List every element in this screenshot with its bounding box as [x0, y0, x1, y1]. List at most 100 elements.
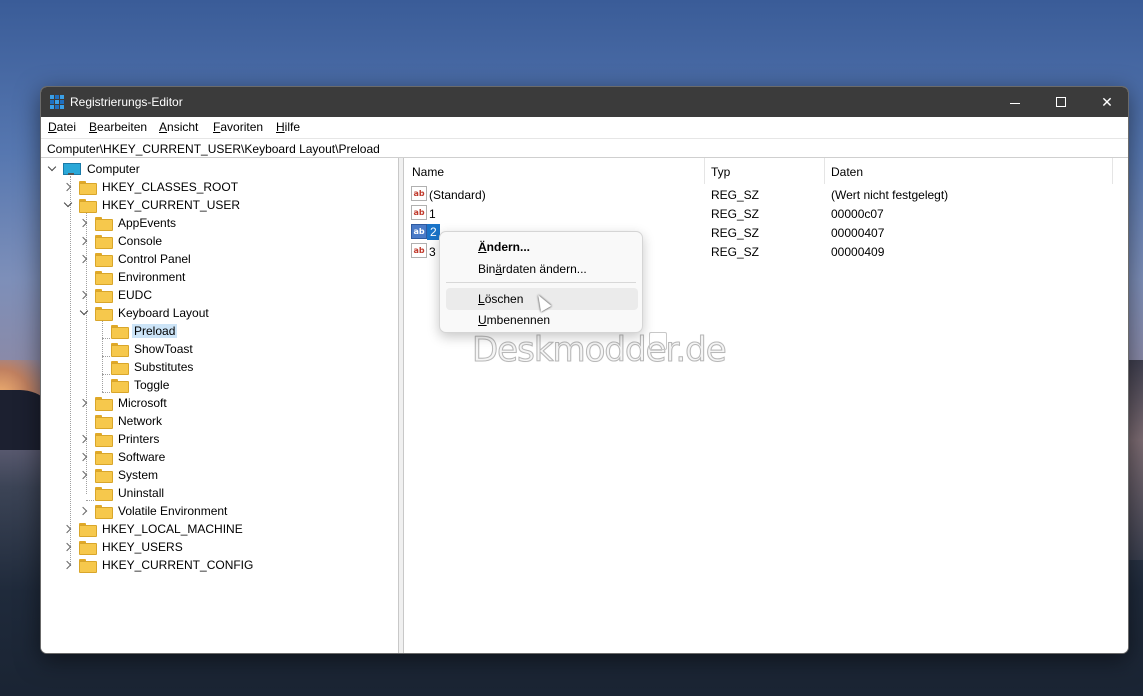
chevron-right-icon[interactable] — [79, 254, 89, 264]
tree-item-control-panel[interactable]: Control Panel — [79, 250, 193, 268]
chevron-right-icon[interactable] — [63, 542, 73, 552]
tree-item-label: Substitutes — [134, 360, 194, 374]
chevron-right-icon[interactable] — [63, 560, 73, 570]
column-separator[interactable] — [1112, 158, 1113, 184]
tree-item-printers[interactable]: Printers — [79, 430, 161, 448]
tree-item-software[interactable]: Software — [79, 448, 167, 466]
minimize-icon — [1010, 102, 1020, 104]
tree-item-environment[interactable]: Environment — [79, 268, 187, 286]
menu-label: ndern... — [486, 240, 531, 254]
chevron-right-icon[interactable] — [79, 506, 89, 516]
menu-ansicht[interactable]: Ansicht — [159, 120, 198, 134]
tree-item-keyboard-layout[interactable]: Keyboard Layout — [79, 304, 211, 322]
chevron-right-icon[interactable] — [79, 290, 89, 300]
menu-datei[interactable]: Datei — [48, 120, 76, 134]
menu-accel: D — [48, 120, 57, 134]
folder-icon — [79, 541, 97, 555]
menu-bearbeiten[interactable]: Bearbeiten — [89, 120, 147, 134]
tree-item-label: EUDC — [118, 288, 153, 302]
chevron-down-icon[interactable] — [63, 200, 73, 210]
column-header-daten[interactable]: Daten — [824, 158, 1112, 184]
tree-item-computer[interactable]: Computer — [47, 160, 142, 178]
tree-item-preload[interactable]: Preload — [111, 322, 178, 340]
chevron-right-icon[interactable] — [79, 470, 89, 480]
tree-item-label: Printers — [118, 432, 160, 446]
chevron-right-icon[interactable] — [79, 398, 89, 408]
chevron-down-icon[interactable] — [47, 164, 57, 174]
tree-item-volatile-environment[interactable]: Volatile Environment — [79, 502, 229, 520]
tree-item-hkcr[interactable]: HKEY_CLASSES_ROOT — [63, 178, 240, 196]
regedit-icon — [50, 95, 64, 109]
ctx-item-aendern[interactable]: Ändern... — [446, 236, 638, 258]
tree-item-label: Uninstall — [118, 486, 165, 500]
folder-icon — [95, 307, 113, 321]
menu-label: Bin — [478, 262, 496, 276]
maximize-button[interactable] — [1038, 87, 1084, 117]
value-row[interactable]: ab 1 REG_SZ 00000c07 — [405, 204, 1128, 223]
tree-item-system[interactable]: System — [79, 466, 160, 484]
address-path[interactable]: Computer\HKEY_CURRENT_USER\Keyboard Layo… — [47, 142, 380, 156]
tree-item-network[interactable]: Network — [79, 412, 164, 430]
folder-icon — [95, 487, 113, 501]
tree-item-appevents[interactable]: AppEvents — [79, 214, 178, 232]
tree-item-substitutes[interactable]: Substitutes — [111, 358, 195, 376]
minimize-button[interactable] — [992, 87, 1038, 117]
column-header-typ[interactable]: Typ — [704, 158, 824, 184]
menu-label: avoriten — [220, 120, 264, 134]
title-bar[interactable]: Registrierungs-Editor ✕ — [41, 87, 1128, 117]
menu-label: atei — [56, 120, 77, 134]
tree-item-label: HKEY_CLASSES_ROOT — [102, 180, 239, 194]
chevron-down-icon[interactable] — [79, 308, 89, 318]
tree-item-label: Volatile Environment — [118, 504, 228, 518]
pane-splitter[interactable] — [399, 158, 404, 653]
string-value-icon: ab — [411, 243, 427, 258]
menu-hilfe[interactable]: Hilfe — [276, 120, 300, 134]
value-name: (Standard) — [429, 188, 486, 202]
chevron-right-icon[interactable] — [79, 452, 89, 462]
tree-item-hklm[interactable]: HKEY_LOCAL_MACHINE — [63, 520, 245, 538]
chevron-right-icon[interactable] — [63, 524, 73, 534]
chevron-right-icon[interactable] — [79, 434, 89, 444]
string-value-icon: ab — [411, 224, 427, 239]
menu-label: öschen — [484, 292, 524, 306]
tree-item-eudc[interactable]: EUDC — [79, 286, 154, 304]
menu-favoriten[interactable]: Favoriten — [213, 120, 263, 134]
tree-item-microsoft[interactable]: Microsoft — [79, 394, 169, 412]
tree-item-label: Toggle — [134, 378, 170, 392]
key-tree[interactable]: Computer HKEY_CLASSES_ROOT HKEY_CURRENT_… — [41, 158, 399, 653]
context-menu: Ändern... Binärdaten ändern... Löschen U… — [439, 231, 643, 333]
wallpaper-right-edge — [1128, 360, 1143, 560]
tree-item-showtoast[interactable]: ShowToast — [111, 340, 195, 358]
folder-icon — [111, 361, 129, 375]
window-title: Registrierungs-Editor — [70, 95, 183, 109]
tree-item-hku[interactable]: HKEY_USERS — [63, 538, 185, 556]
tree-guide — [102, 356, 110, 357]
folder-icon — [111, 379, 129, 393]
pencil-icon — [649, 332, 667, 350]
menu-label: ilfe — [284, 120, 301, 134]
tree-item-hkcc[interactable]: HKEY_CURRENT_CONFIG — [63, 556, 255, 574]
tree-item-label: HKEY_USERS — [102, 540, 183, 554]
value-data: 00000c07 — [831, 207, 884, 221]
tree-item-label: Environment — [118, 270, 186, 284]
chevron-right-icon[interactable] — [63, 182, 73, 192]
string-value-icon: ab — [411, 205, 427, 220]
column-header-name[interactable]: Name — [405, 158, 705, 184]
string-value-icon: ab — [411, 186, 427, 201]
ctx-item-umbenennen[interactable]: Umbenennen — [446, 309, 638, 331]
folder-icon — [95, 235, 113, 249]
folder-icon — [111, 343, 129, 357]
folder-icon — [79, 559, 97, 573]
tree-item-toggle[interactable]: Toggle — [111, 376, 171, 394]
chevron-right-icon[interactable] — [79, 236, 89, 246]
address-bar[interactable]: Computer\HKEY_CURRENT_USER\Keyboard Layo… — [41, 138, 1128, 158]
menu-accel: U — [478, 313, 487, 327]
registry-editor-window: Registrierungs-Editor ✕ Datei Bearbeiten… — [40, 86, 1129, 654]
chevron-right-icon[interactable] — [79, 218, 89, 228]
tree-item-hkcu[interactable]: HKEY_CURRENT_USER — [63, 196, 242, 214]
value-row[interactable]: ab (Standard) REG_SZ (Wert nicht festgel… — [405, 185, 1128, 204]
tree-item-uninstall[interactable]: Uninstall — [79, 484, 166, 502]
tree-item-console[interactable]: Console — [79, 232, 164, 250]
close-button[interactable]: ✕ — [1084, 87, 1128, 117]
ctx-item-binaerdaten-aendern[interactable]: Binärdaten ändern... — [446, 258, 638, 280]
